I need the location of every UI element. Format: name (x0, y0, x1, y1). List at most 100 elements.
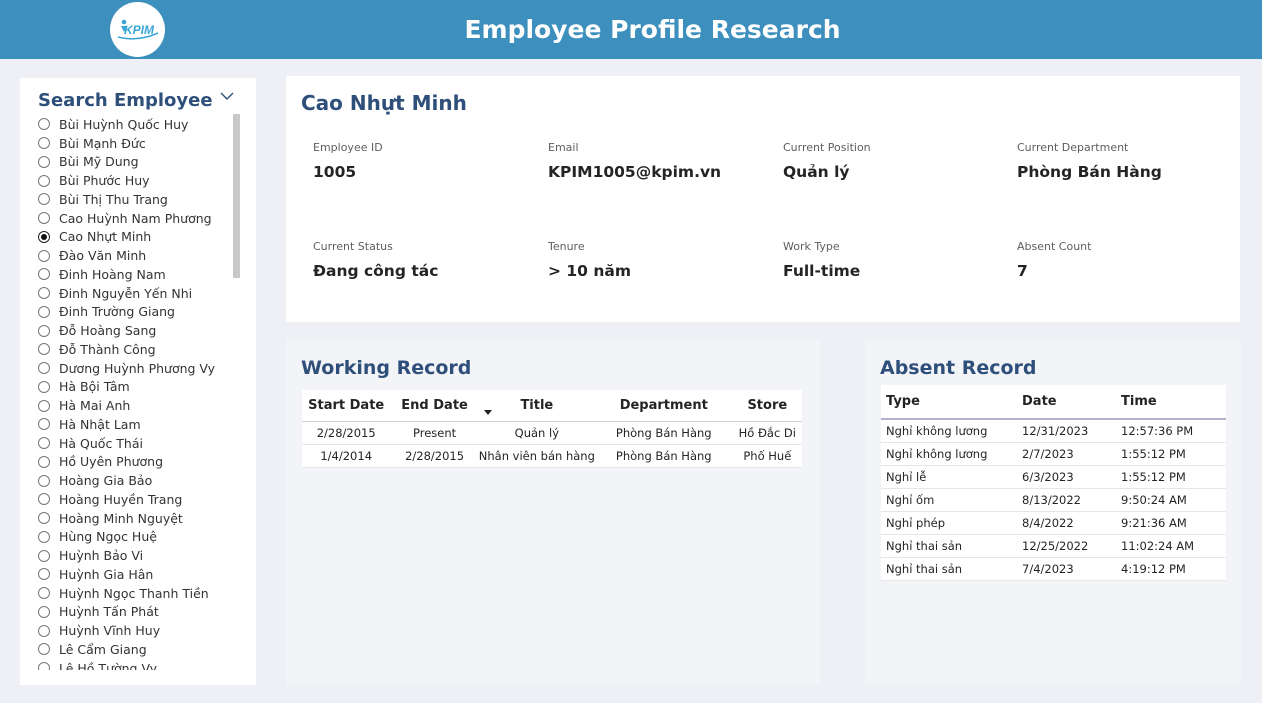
slicer-item[interactable]: Hoàng Gia Bảo (38, 471, 238, 490)
slicer-item-label: Đinh Nguyễn Yến Nhi (59, 285, 193, 301)
radio-button[interactable] (38, 118, 50, 131)
table-row[interactable]: Nghỉ không lương 12/31/2023 12:57:36 PM (881, 419, 1226, 443)
slicer-scrollbar[interactable] (233, 114, 240, 278)
radio-button[interactable] (38, 249, 50, 262)
field-current-status: Current Status Đang công tác (313, 240, 533, 280)
radio-button[interactable] (38, 268, 50, 281)
radio-button[interactable] (38, 437, 50, 450)
radio-button[interactable] (38, 212, 50, 225)
slicer-item[interactable]: Bùi Phước Huy (38, 171, 238, 190)
radio-button[interactable] (38, 399, 50, 412)
slicer-item-label: Đinh Trường Giang (59, 304, 175, 320)
radio-button[interactable] (38, 174, 50, 187)
radio-button[interactable] (38, 230, 50, 243)
radio-button[interactable] (38, 493, 50, 506)
radio-button[interactable] (38, 305, 50, 318)
column-header-title[interactable]: Title (478, 390, 595, 422)
chevron-down-icon[interactable] (219, 88, 235, 104)
slicer-item[interactable]: Huỳnh Gia Hân (38, 565, 238, 584)
slicer-item[interactable]: Hoàng Huyền Trang (38, 490, 238, 509)
slicer-item[interactable]: Bùi Mạnh Đức (38, 134, 238, 153)
slicer-item[interactable]: Hà Bội Tâm (38, 378, 238, 397)
slicer-item[interactable]: Đinh Trường Giang (38, 303, 238, 322)
field-value: 7 (1017, 262, 1028, 280)
radio-button[interactable] (38, 418, 50, 431)
field-value: 1005 (313, 163, 357, 181)
radio-button[interactable] (38, 512, 50, 525)
table-cell: 9:21:36 AM (1116, 511, 1226, 535)
radio-button[interactable] (38, 380, 50, 393)
slicer-item[interactable]: Lê Cẩm Giang (38, 640, 238, 659)
slicer-item[interactable]: Bùi Mỹ Dung (38, 153, 238, 172)
radio-button[interactable] (38, 474, 50, 487)
radio-button[interactable] (38, 155, 50, 168)
slicer-item[interactable]: Đỗ Hoàng Sang (38, 321, 238, 340)
slicer-item[interactable]: Hà Nhật Lam (38, 415, 238, 434)
table-cell: 1:55:12 PM (1116, 442, 1226, 466)
slicer-item[interactable]: Cao Nhựt Minh (38, 228, 238, 247)
slicer-item[interactable]: Hoàng Minh Nguyệt (38, 509, 238, 528)
slicer-item[interactable]: Hùng Ngọc Huệ (38, 528, 238, 547)
slicer-item-label: Bùi Phước Huy (59, 173, 150, 189)
slicer-item[interactable]: Hà Quốc Thái (38, 434, 238, 453)
slicer-item[interactable]: Huỳnh Tấn Phát (38, 603, 238, 622)
slicer-item[interactable]: Hồ Uyên Phương (38, 453, 238, 472)
radio-button[interactable] (38, 530, 50, 543)
column-header-start-date[interactable]: Start Date (302, 390, 391, 422)
slicer-item[interactable]: Dương Huỳnh Phương Vy (38, 359, 238, 378)
slicer-item-label: Huỳnh Ngọc Thanh Tiền (59, 585, 209, 601)
table-row[interactable]: 1/4/2014 2/28/2015 Nhân viên bán hàng Phòng… (302, 444, 802, 468)
column-header-department[interactable]: Department (594, 390, 733, 422)
radio-button[interactable] (38, 643, 50, 656)
radio-button[interactable] (38, 287, 50, 300)
table-cell: Nhân viên bán hàng (478, 444, 595, 468)
table-row[interactable]: Nghỉ thai sản 12/25/2022 11:02:24 AM (881, 534, 1226, 558)
radio-button[interactable] (38, 624, 50, 637)
radio-button[interactable] (38, 193, 50, 206)
radio-button[interactable] (38, 362, 50, 375)
table-row[interactable]: Nghỉ phép 8/4/2022 9:21:36 AM (881, 511, 1226, 535)
table-row[interactable]: Nghỉ ốm 8/13/2022 9:50:24 AM (881, 488, 1226, 512)
slicer-item[interactable]: Đào Văn Minh (38, 246, 238, 265)
column-header-store[interactable]: Store (732, 390, 802, 422)
sort-descending-icon[interactable] (484, 410, 492, 415)
field-value: > 10 năm (548, 262, 631, 280)
column-header-time[interactable]: Time (1116, 385, 1226, 420)
slicer-item[interactable]: Lê Hồ Tường Vy (38, 659, 238, 670)
absent-record-table: Type Date Time Nghỉ không lương 12/31/202… (881, 385, 1226, 581)
radio-button[interactable] (38, 549, 50, 562)
table-cell: 12:57:36 PM (1116, 419, 1226, 443)
radio-button[interactable] (38, 662, 50, 670)
slicer-item[interactable]: Huỳnh Ngọc Thanh Tiền (38, 584, 238, 603)
slicer-item[interactable]: Bùi Thị Thu Trang (38, 190, 238, 209)
table-row[interactable]: Nghỉ lễ 6/3/2023 1:55:12 PM (881, 465, 1226, 489)
table-row[interactable]: Nghỉ không lương 2/7/2023 1:55:12 PM (881, 442, 1226, 466)
radio-button[interactable] (38, 137, 50, 150)
slicer-item-label: Hoàng Gia Bảo (59, 473, 153, 489)
field-absent-count: Absent Count 7 (1017, 240, 1237, 280)
slicer-item[interactable]: Cao Huỳnh Nam Phương (38, 209, 238, 228)
field-email: Email KPIM1005@kpim.vn (548, 141, 768, 181)
radio-button[interactable] (38, 605, 50, 618)
slicer-item[interactable]: Đinh Nguyễn Yến Nhi (38, 284, 238, 303)
table-cell: Quản lý (478, 421, 595, 445)
column-header-date[interactable]: Date (1017, 385, 1116, 420)
radio-button[interactable] (38, 324, 50, 337)
slicer-item[interactable]: Huỳnh Vĩnh Huy (38, 621, 238, 640)
radio-button[interactable] (38, 587, 50, 600)
slicer-item-label: Huỳnh Tấn Phát (59, 604, 159, 620)
slicer-item-label: Bùi Mạnh Đức (59, 135, 146, 151)
slicer-item[interactable]: Đinh Hoàng Nam (38, 265, 238, 284)
radio-button[interactable] (38, 568, 50, 581)
slicer-item[interactable]: Hà Mai Anh (38, 396, 238, 415)
column-header-end-date[interactable]: End Date (390, 390, 479, 422)
table-cell: Nghỉ không lương (881, 419, 1017, 443)
slicer-item[interactable]: Bùi Huỳnh Quốc Huy (38, 115, 238, 134)
table-row[interactable]: Nghỉ thai sản 7/4/2023 4:19:12 PM (881, 557, 1226, 581)
column-header-type[interactable]: Type (881, 385, 1017, 420)
slicer-item[interactable]: Huỳnh Bảo Vi (38, 546, 238, 565)
slicer-item[interactable]: Đỗ Thành Công (38, 340, 238, 359)
radio-button[interactable] (38, 343, 50, 356)
radio-button[interactable] (38, 455, 50, 468)
table-row[interactable]: 2/28/2015 Present Quản lý Phòng Bán Hàng Hồ … (302, 421, 802, 445)
